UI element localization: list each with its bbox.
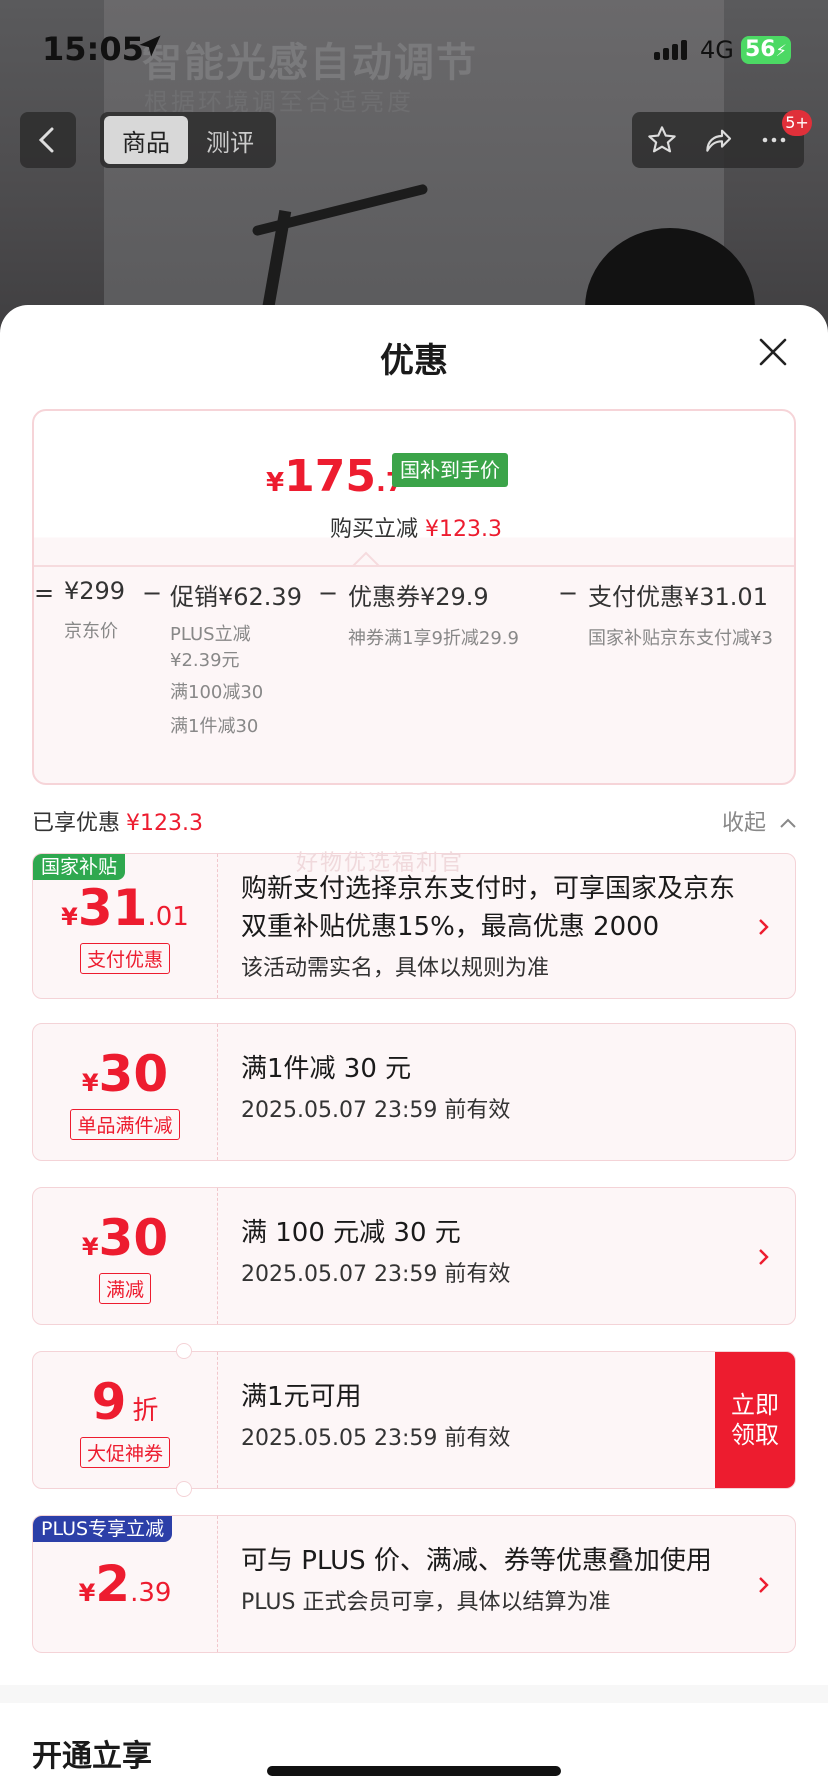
chevron-right-icon	[759, 1577, 769, 1593]
op-minus: −	[558, 579, 579, 607]
location-arrow-icon	[139, 35, 161, 57]
breakdown-promotion: 促销¥62.39 PLUS立减 ¥2.39元 满100减30 满1件减30	[170, 583, 302, 737]
coupon-single-item[interactable]: ¥30 单品满件减 满1件减 30 元 2025.05.07 23:59 前有效	[32, 1023, 796, 1161]
chevron-right-icon	[759, 1249, 769, 1265]
coupon-text: 可与 PLUS 价、满减、券等优惠叠加使用 PLUS 正式会员可享，具体以结算为…	[241, 1546, 712, 1615]
op-minus: −	[142, 579, 163, 607]
tab-product[interactable]: 商品	[104, 116, 188, 164]
status-bar: 15:05 4G 56⚡	[0, 0, 828, 100]
final-price: ¥175.7	[266, 451, 404, 502]
back-button[interactable]	[20, 112, 76, 168]
tab-reviews[interactable]: 测评	[188, 116, 272, 164]
chevron-up-icon	[780, 818, 796, 828]
subsidy-price-tag: 国补到手价	[392, 453, 508, 487]
op-equals: =	[34, 579, 55, 607]
chevron-right-icon	[759, 919, 769, 935]
claim-button[interactable]: 立即领取	[715, 1352, 795, 1488]
signal-icon	[654, 40, 687, 60]
battery-icon: 56⚡	[741, 36, 791, 64]
network-type: 4G	[700, 36, 734, 64]
watermark: 好物优选福利官	[296, 851, 465, 876]
coupon-full-reduction[interactable]: ¥30 满减 满 100 元减 30 元 2025.05.07 23:59 前有…	[32, 1187, 796, 1325]
coupon-type: 单品满件减	[70, 1108, 180, 1140]
enjoyed-discount: 已享优惠 ¥123.3	[32, 811, 203, 836]
price-summary-card: ¥175.7 国补到手价 购买立减 ¥123.3 = ¥299 京东价 − 促销…	[32, 409, 796, 785]
charging-icon: ⚡	[775, 41, 787, 60]
reduce-line: 购买立减 ¥123.3	[330, 517, 502, 542]
back-arrow-icon	[38, 127, 54, 153]
coupon-text: 满1件减 30 元 2025.05.07 23:59 前有效	[241, 1054, 511, 1123]
coupon-type: 满减	[98, 1272, 151, 1304]
star-icon[interactable]	[646, 124, 678, 156]
coupon-text: 满 100 元减 30 元 2025.05.07 23:59 前有效	[241, 1218, 511, 1287]
status-time: 15:05	[42, 30, 144, 68]
breakdown-list-price: ¥299 京东价	[64, 577, 126, 642]
share-icon[interactable]	[702, 124, 734, 156]
page-tabs: 商品 测评	[100, 112, 276, 168]
close-icon[interactable]	[756, 335, 790, 369]
discount-sheet: 优惠 ¥175.7 国补到手价 购买立减 ¥123.3 = ¥299 京东价 −…	[0, 305, 828, 1792]
collapse-button[interactable]: 收起	[722, 805, 797, 837]
coupon-promo: 9折 大促神券 满1元可用 2025.05.05 23:59 前有效 立即领取	[32, 1351, 796, 1489]
open-membership-title: 开通立享	[32, 1739, 152, 1774]
coupon-text: 满1元可用 2025.05.05 23:59 前有效	[241, 1382, 511, 1451]
coupon-type: 支付优惠	[79, 942, 170, 974]
coupon-type: 大促神券	[79, 1436, 170, 1468]
coupon-amount: ¥30 单品满件减	[33, 1024, 217, 1160]
op-minus: −	[318, 579, 339, 607]
coupon-plus[interactable]: PLUS专享立减 ¥2.39 可与 PLUS 价、满减、券等优惠叠加使用 PLU…	[32, 1515, 796, 1653]
sheet-title: 优惠	[380, 341, 448, 381]
breakdown-payment: 支付优惠¥31.01 国家补贴京东支付减¥3	[588, 583, 773, 649]
coupon-amount: ¥31.01 支付优惠	[33, 854, 217, 998]
home-indicator[interactable]	[267, 1766, 561, 1776]
coupon-amount: 9折 大促神券	[33, 1352, 217, 1488]
breakdown-coupon: 优惠券¥29.9 神券满1享9折减29.9	[348, 583, 519, 649]
section-divider	[0, 1685, 828, 1703]
battery-level: 56	[745, 37, 776, 62]
coupon-amount: ¥30 满减	[33, 1188, 217, 1324]
message-badge: 5+	[782, 110, 812, 136]
top-actions	[632, 112, 804, 168]
coupon-text: 购新支付选择京东支付时，可享国家及京东双重补贴优惠15%，最高优惠 2000 该…	[241, 874, 736, 981]
coupon-amount: ¥2.39	[78, 1555, 172, 1613]
divider	[34, 565, 794, 567]
